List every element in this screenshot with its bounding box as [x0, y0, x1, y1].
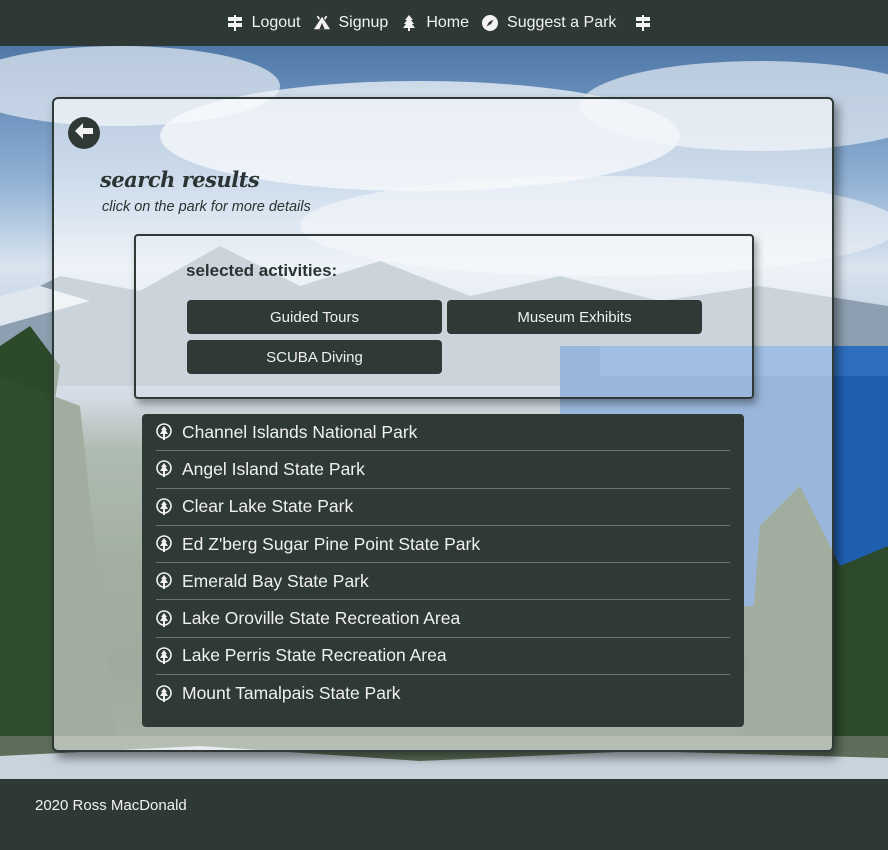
page-subtitle: click on the park for more details — [102, 199, 311, 215]
tent-icon — [313, 14, 331, 32]
signpost-icon — [226, 14, 244, 32]
park-result-item[interactable]: Emerald Bay State Park — [156, 563, 730, 601]
tree-badge-icon — [156, 684, 172, 703]
activity-button[interactable]: Guided Tours — [187, 300, 442, 334]
park-name: Angel Island State Park — [182, 458, 365, 479]
tree-badge-icon — [156, 497, 172, 516]
park-name: Mount Tamalpais State Park — [182, 683, 401, 704]
park-name: Lake Oroville State Recreation Area — [182, 608, 461, 629]
park-result-item[interactable]: Lake Oroville State Recreation Area — [156, 600, 730, 638]
park-result-item[interactable]: Clear Lake State Park — [156, 489, 730, 526]
tree-badge-icon — [156, 609, 172, 628]
nav-signup[interactable]: Signup — [313, 14, 401, 32]
compass-icon — [481, 14, 499, 32]
nav-signup-label: Signup — [338, 14, 389, 31]
tree-icon — [400, 14, 418, 32]
park-name: Lake Perris State Recreation Area — [182, 645, 447, 666]
tree-badge-icon — [156, 460, 172, 478]
back-arrow-icon — [75, 122, 93, 144]
park-name: Channel Islands National Park — [182, 421, 418, 442]
back-button[interactable] — [68, 117, 100, 149]
park-name: Emerald Bay State Park — [182, 570, 369, 591]
nav-links: Logout Signup Home Suggest a Park — [226, 14, 661, 32]
nav-home[interactable]: Home — [400, 14, 481, 32]
park-name: Clear Lake State Park — [182, 496, 354, 517]
tree-badge-icon — [156, 535, 172, 553]
search-results-card: search results click on the park for mor… — [52, 97, 834, 752]
selected-activities-panel: selected activities: Guided Tours Museum… — [134, 234, 754, 399]
park-result-item[interactable]: Lake Perris State Recreation Area — [156, 638, 730, 676]
activity-button[interactable]: Museum Exhibits — [447, 300, 702, 334]
signpost-icon — [634, 14, 652, 32]
page-title: search results — [100, 167, 260, 192]
nav-suggest-park[interactable]: Suggest a Park — [481, 14, 628, 32]
park-result-item[interactable]: Channel Islands National Park — [156, 414, 730, 452]
park-result-item[interactable]: Angel Island State Park — [156, 451, 730, 489]
nav-home-label: Home — [426, 14, 470, 31]
park-name: Ed Z'berg Sugar Pine Point State Park — [182, 533, 481, 554]
tree-badge-icon — [156, 423, 172, 441]
nav-suggest-park-label: Suggest a Park — [507, 14, 617, 31]
tree-badge-icon — [156, 647, 172, 665]
park-result-item[interactable]: Ed Z'berg Sugar Pine Point State Park — [156, 526, 730, 564]
nav-logout-label: Logout — [251, 14, 301, 31]
tree-badge-icon — [156, 572, 172, 590]
activities-heading: selected activities: — [186, 261, 338, 280]
footer: 2020 Ross MacDonald — [0, 779, 888, 850]
nav-logout[interactable]: Logout — [226, 14, 313, 32]
activity-button[interactable]: SCUBA Diving — [187, 340, 442, 374]
top-navbar: Logout Signup Home Suggest a Park — [0, 0, 888, 46]
footer-copyright: 2020 Ross MacDonald — [35, 797, 187, 814]
park-results-list: Channel Islands National Park Angel Isla… — [142, 414, 744, 727]
park-result-item[interactable]: Mount Tamalpais State Park — [156, 675, 730, 712]
